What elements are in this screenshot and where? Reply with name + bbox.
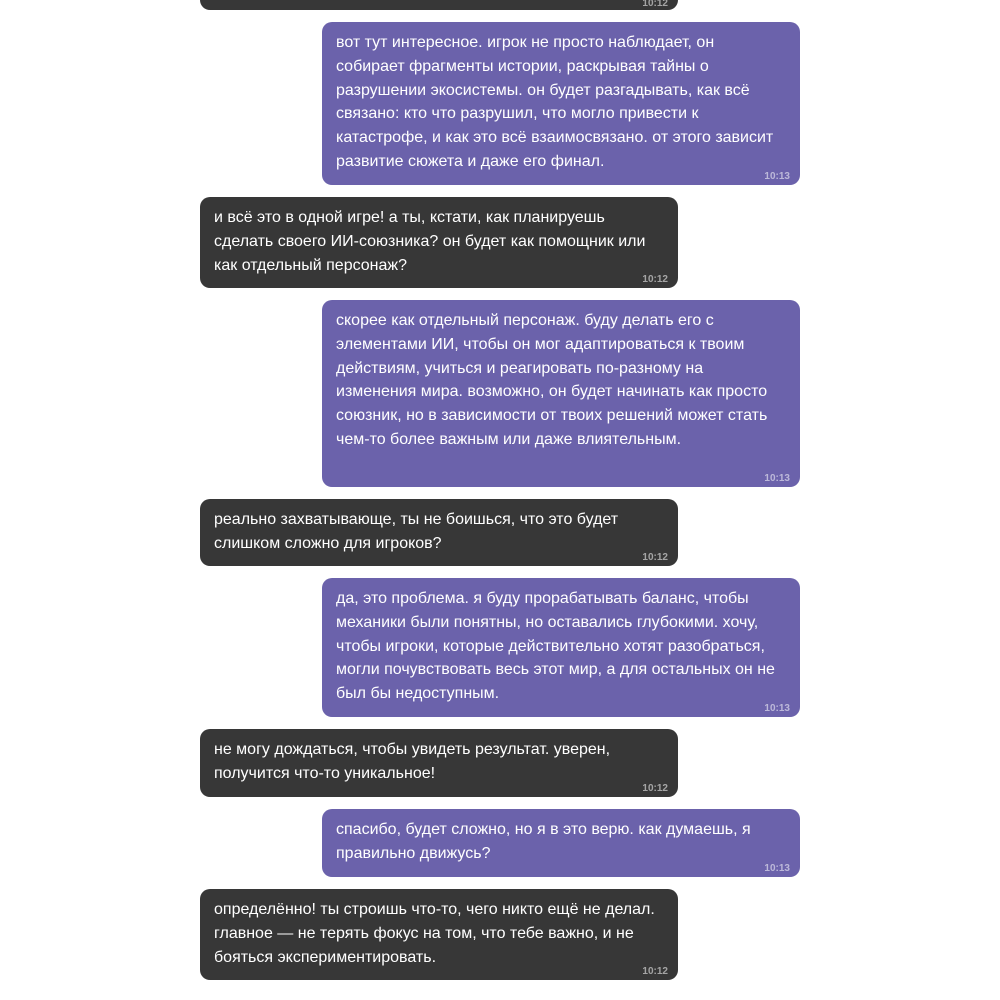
message-time: 10:12 [642, 0, 668, 9]
message-outgoing: да, это проблема. я буду прорабатывать б… [322, 578, 800, 717]
chat-window[interactable]: 10:12 вот тут интересное. игрок не прост… [0, 0, 1000, 1000]
message-time: 10:13 [764, 863, 790, 874]
message-text: реально захватывающе, ты не боишься, что… [214, 511, 619, 552]
message-time: 10:12 [642, 274, 668, 285]
message-time: 10:12 [642, 966, 668, 977]
message-text: вот тут интересное. игрок не просто набл… [336, 34, 774, 170]
message-incoming: не могу дождаться, чтобы увидеть результ… [200, 729, 678, 797]
message-text: определённо! ты строишь что-то, чего ник… [214, 901, 655, 966]
message-outgoing: вот тут интересное. игрок не просто набл… [322, 22, 800, 185]
message-outgoing: спасибо, будет сложно, но я в это верю. … [322, 809, 800, 877]
message-incoming: определённо! ты строишь что-то, чего ник… [200, 889, 678, 980]
message-time: 10:13 [764, 171, 790, 182]
message-time: 10:12 [642, 783, 668, 794]
message-text: и всё это в одной игре! а ты, кстати, ка… [214, 209, 646, 274]
message-incoming: 10:12 [200, 0, 678, 10]
message-time: 10:13 [764, 703, 790, 714]
message-incoming: реально захватывающе, ты не боишься, что… [200, 499, 678, 566]
message-text: да, это проблема. я буду прорабатывать б… [336, 590, 775, 703]
message-outgoing: скорее как отдельный персонаж. буду дела… [322, 300, 800, 487]
message-text: не могу дождаться, чтобы увидеть результ… [214, 741, 611, 782]
message-time: 10:13 [764, 473, 790, 484]
message-time: 10:12 [642, 552, 668, 563]
message-text: спасибо, будет сложно, но я в это верю. … [336, 821, 751, 862]
message-incoming: и всё это в одной игре! а ты, кстати, ка… [200, 197, 678, 288]
message-text: скорее как отдельный персонаж. буду дела… [336, 312, 768, 448]
